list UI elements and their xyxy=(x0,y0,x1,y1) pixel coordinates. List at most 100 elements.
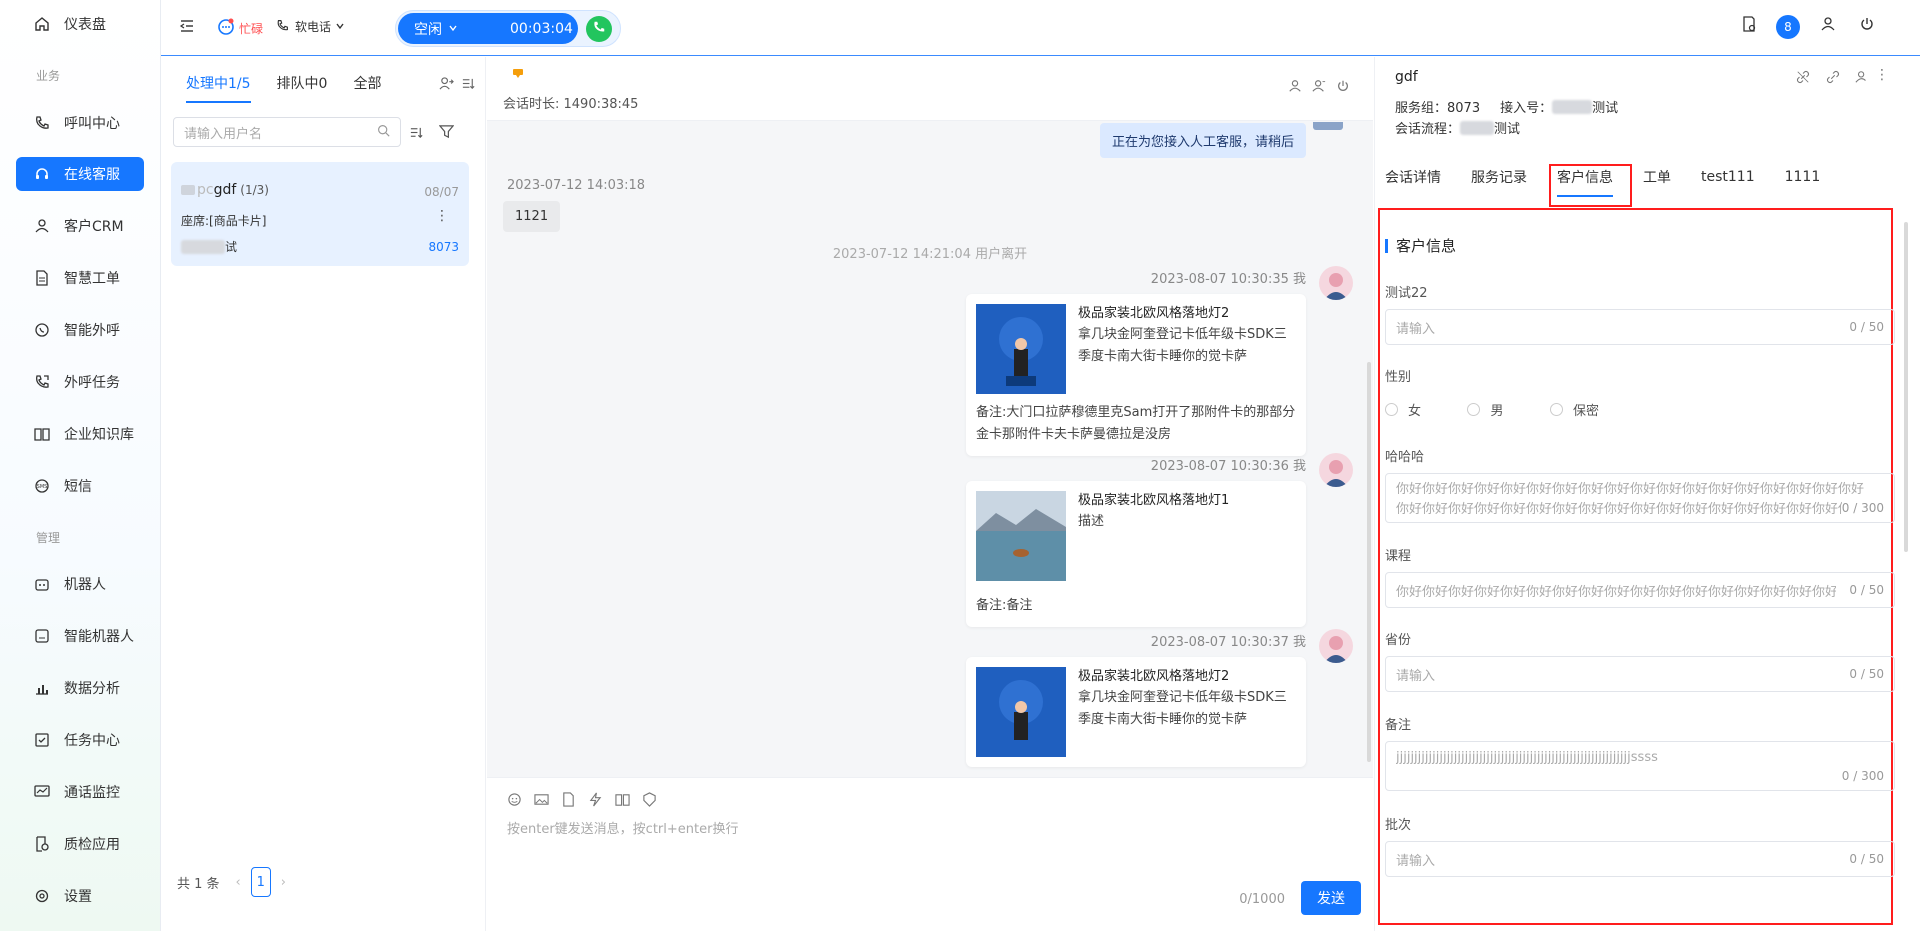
send-button[interactable]: 发送 xyxy=(1301,881,1361,915)
tab-session-detail[interactable]: 会话详情 xyxy=(1385,167,1441,187)
evaluation-icon[interactable] xyxy=(642,792,657,811)
gender-male-radio[interactable]: 男 xyxy=(1467,400,1503,419)
sidebar-item-settings[interactable]: 设置 xyxy=(16,879,144,913)
sidebar-item-task-center[interactable]: 任务中心 xyxy=(16,723,144,757)
tab-service-record[interactable]: 服务记录 xyxy=(1471,167,1527,187)
sidebar-item-quality-inspection[interactable]: 质检应用 xyxy=(16,827,144,861)
chat-bubble-icon xyxy=(217,18,235,39)
tab-1111[interactable]: 1111 xyxy=(1785,169,1821,185)
end-session-icon[interactable] xyxy=(1336,79,1350,97)
user-setting-icon[interactable] xyxy=(1855,70,1869,88)
knowledge-icon[interactable] xyxy=(615,792,630,811)
session-search-input[interactable]: 请输入用户名 xyxy=(173,117,401,147)
sidebar-item-work-order[interactable]: 智慧工单 xyxy=(16,261,144,295)
power-icon[interactable] xyxy=(1859,16,1875,32)
filter-icon[interactable] xyxy=(438,124,455,143)
sort-icon[interactable] xyxy=(461,76,476,95)
sort-list-icon[interactable] xyxy=(409,125,424,144)
link-icon[interactable] xyxy=(1826,70,1840,88)
field-label-course: 课程 xyxy=(1385,549,1412,564)
test22-placeholder: 请输入 xyxy=(1396,321,1436,337)
tab-queue[interactable]: 排队中0 xyxy=(277,73,328,103)
batch-counter: 0 / 50 xyxy=(1849,852,1884,866)
sidebar-item-robot[interactable]: 机器人 xyxy=(16,567,144,601)
tab-test111[interactable]: test111 xyxy=(1701,169,1755,185)
sidebar: 仪表盘 业务 呼叫中心 在线客服 客户CRM 智慧工单 智能外呼 外呼任务 企业… xyxy=(0,0,161,931)
answer-call-button[interactable] xyxy=(586,16,612,42)
field-label-gender: 性别 xyxy=(1385,370,1412,385)
phone-icon xyxy=(592,20,606,38)
sidebar-item-call-monitor[interactable]: 通话监控 xyxy=(16,775,144,809)
user-message: 1121 xyxy=(503,201,561,232)
user-icon[interactable] xyxy=(1288,79,1302,97)
sidebar-item-smart-outbound[interactable]: 智能外呼 xyxy=(16,313,144,347)
more-options-icon[interactable]: ⋮ xyxy=(435,208,449,224)
unlink-icon[interactable] xyxy=(1796,70,1810,88)
sidebar-item-label: 智慧工单 xyxy=(64,271,120,287)
section-business: 业务 xyxy=(36,69,61,83)
hahaha-counter: 0 / 300 xyxy=(1841,498,1884,518)
gender-female-radio[interactable]: 女 xyxy=(1385,400,1421,419)
chevron-right-icon[interactable]: › xyxy=(281,875,286,890)
file-icon[interactable] xyxy=(561,792,576,811)
chevron-down-icon xyxy=(335,20,345,34)
access-label: 接入号： xyxy=(1500,101,1553,116)
test22-input[interactable]: 请输入 0 / 50 xyxy=(1385,309,1895,345)
menu-toggle-icon[interactable] xyxy=(179,18,195,38)
batch-placeholder: 请输入 xyxy=(1396,853,1436,869)
robot-icon xyxy=(34,576,50,592)
quick-reply-icon[interactable] xyxy=(588,792,603,811)
chevron-left-icon[interactable]: ‹ xyxy=(236,875,241,890)
sidebar-item-dashboard[interactable]: 仪表盘 xyxy=(16,7,144,41)
more-options-icon[interactable]: ⋮ xyxy=(1875,67,1889,83)
gender-secret-radio[interactable]: 保密 xyxy=(1549,400,1599,419)
product-card[interactable]: 极品家装北欧风格落地灯2 拿几块金阿奎登记卡低年级卡SDK三季度卡南大街卡睡你的… xyxy=(966,657,1306,767)
session-card[interactable]: pc gdf (1/3) 08/07 座席:[商品卡片] ⋮ 试 8073 xyxy=(171,162,469,266)
product-card[interactable]: 极品家装北欧风格落地灯1 描述 备注:备注 xyxy=(966,481,1306,627)
session-count: (1/3) xyxy=(240,183,269,197)
tab-all[interactable]: 全部 xyxy=(353,73,381,103)
image-icon[interactable] xyxy=(534,792,549,811)
product-card[interactable]: 极品家装北欧风格落地灯2 拿几块金阿奎登记卡低年级卡SDK三季度卡南大街卡睡你的… xyxy=(966,294,1306,456)
composer-input[interactable]: 按enter键发送消息，按ctrl+enter换行 xyxy=(507,818,1347,878)
agent-status[interactable]: 忙碌 xyxy=(217,18,263,39)
sidebar-item-smart-robot[interactable]: 智能机器人 xyxy=(16,619,144,653)
page-number[interactable]: 1 xyxy=(250,867,271,897)
system-message: 正在为您接入人工客服，请稍后 xyxy=(1099,123,1306,158)
sidebar-item-data-analysis[interactable]: 数据分析 xyxy=(16,671,144,705)
notification-badge[interactable]: 8 xyxy=(1776,15,1800,39)
session-group: 8073 xyxy=(428,240,459,254)
user-left-notice: 2023-07-12 14:21:04 用户离开 xyxy=(832,247,1028,262)
emoji-icon[interactable] xyxy=(507,792,522,811)
tab-processing[interactable]: 处理中1/5 xyxy=(186,73,251,103)
call-timer: 00:03:04 xyxy=(510,20,573,37)
chat-scrollbar[interactable] xyxy=(1367,362,1371,762)
chevron-down-icon xyxy=(448,21,458,37)
call-status-bar[interactable]: 空闲 00:03:04 xyxy=(398,13,578,44)
field-label-batch: 批次 xyxy=(1385,818,1412,833)
sidebar-item-online-service[interactable]: 在线客服 xyxy=(16,157,144,191)
batch-input[interactable]: 请输入 0 / 50 xyxy=(1385,841,1895,877)
sidebar-item-label: 设置 xyxy=(64,889,92,905)
transfer-icon[interactable] xyxy=(1312,79,1326,97)
user-profile-icon[interactable] xyxy=(1820,16,1836,32)
sidebar-item-outbound-tasks[interactable]: 外呼任务 xyxy=(16,365,144,399)
province-input[interactable]: 请输入 0 / 50 xyxy=(1385,656,1895,692)
tab-work-order[interactable]: 工单 xyxy=(1643,167,1671,187)
remark-textarea[interactable]: jjjjjjjjjjjjjjjjjjjjjjjjjjjjjjjjjjjjjjjj… xyxy=(1385,741,1895,791)
whatsapp-icon xyxy=(34,322,50,338)
soft-phone-dropdown[interactable]: 软电话 xyxy=(276,18,345,35)
panel-scrollbar[interactable] xyxy=(1904,222,1908,552)
product-note: 备注:备注 xyxy=(976,598,1033,613)
sidebar-item-crm[interactable]: 客户CRM xyxy=(16,209,144,243)
sidebar-item-sms[interactable]: SMS 短信 xyxy=(16,469,144,503)
sidebar-item-call-center[interactable]: 呼叫中心 xyxy=(16,106,144,140)
test22-counter: 0 / 50 xyxy=(1849,320,1884,334)
product-image xyxy=(976,304,1066,394)
transfer-user-icon[interactable] xyxy=(439,76,454,95)
agent-avatar xyxy=(1319,266,1353,300)
hahaha-textarea[interactable]: 你好你好你好你好你好你好你好你好你好你好你好你好你好你好你好你好你好你好你好你好… xyxy=(1385,473,1895,523)
notes-icon[interactable] xyxy=(1741,16,1757,32)
course-input[interactable]: 你好你好你好你好你好你好你好你好你好你好你好你好你好你好你好你好你好你好你 0 … xyxy=(1385,572,1895,608)
sidebar-item-knowledge-base[interactable]: 企业知识库 xyxy=(16,417,144,451)
